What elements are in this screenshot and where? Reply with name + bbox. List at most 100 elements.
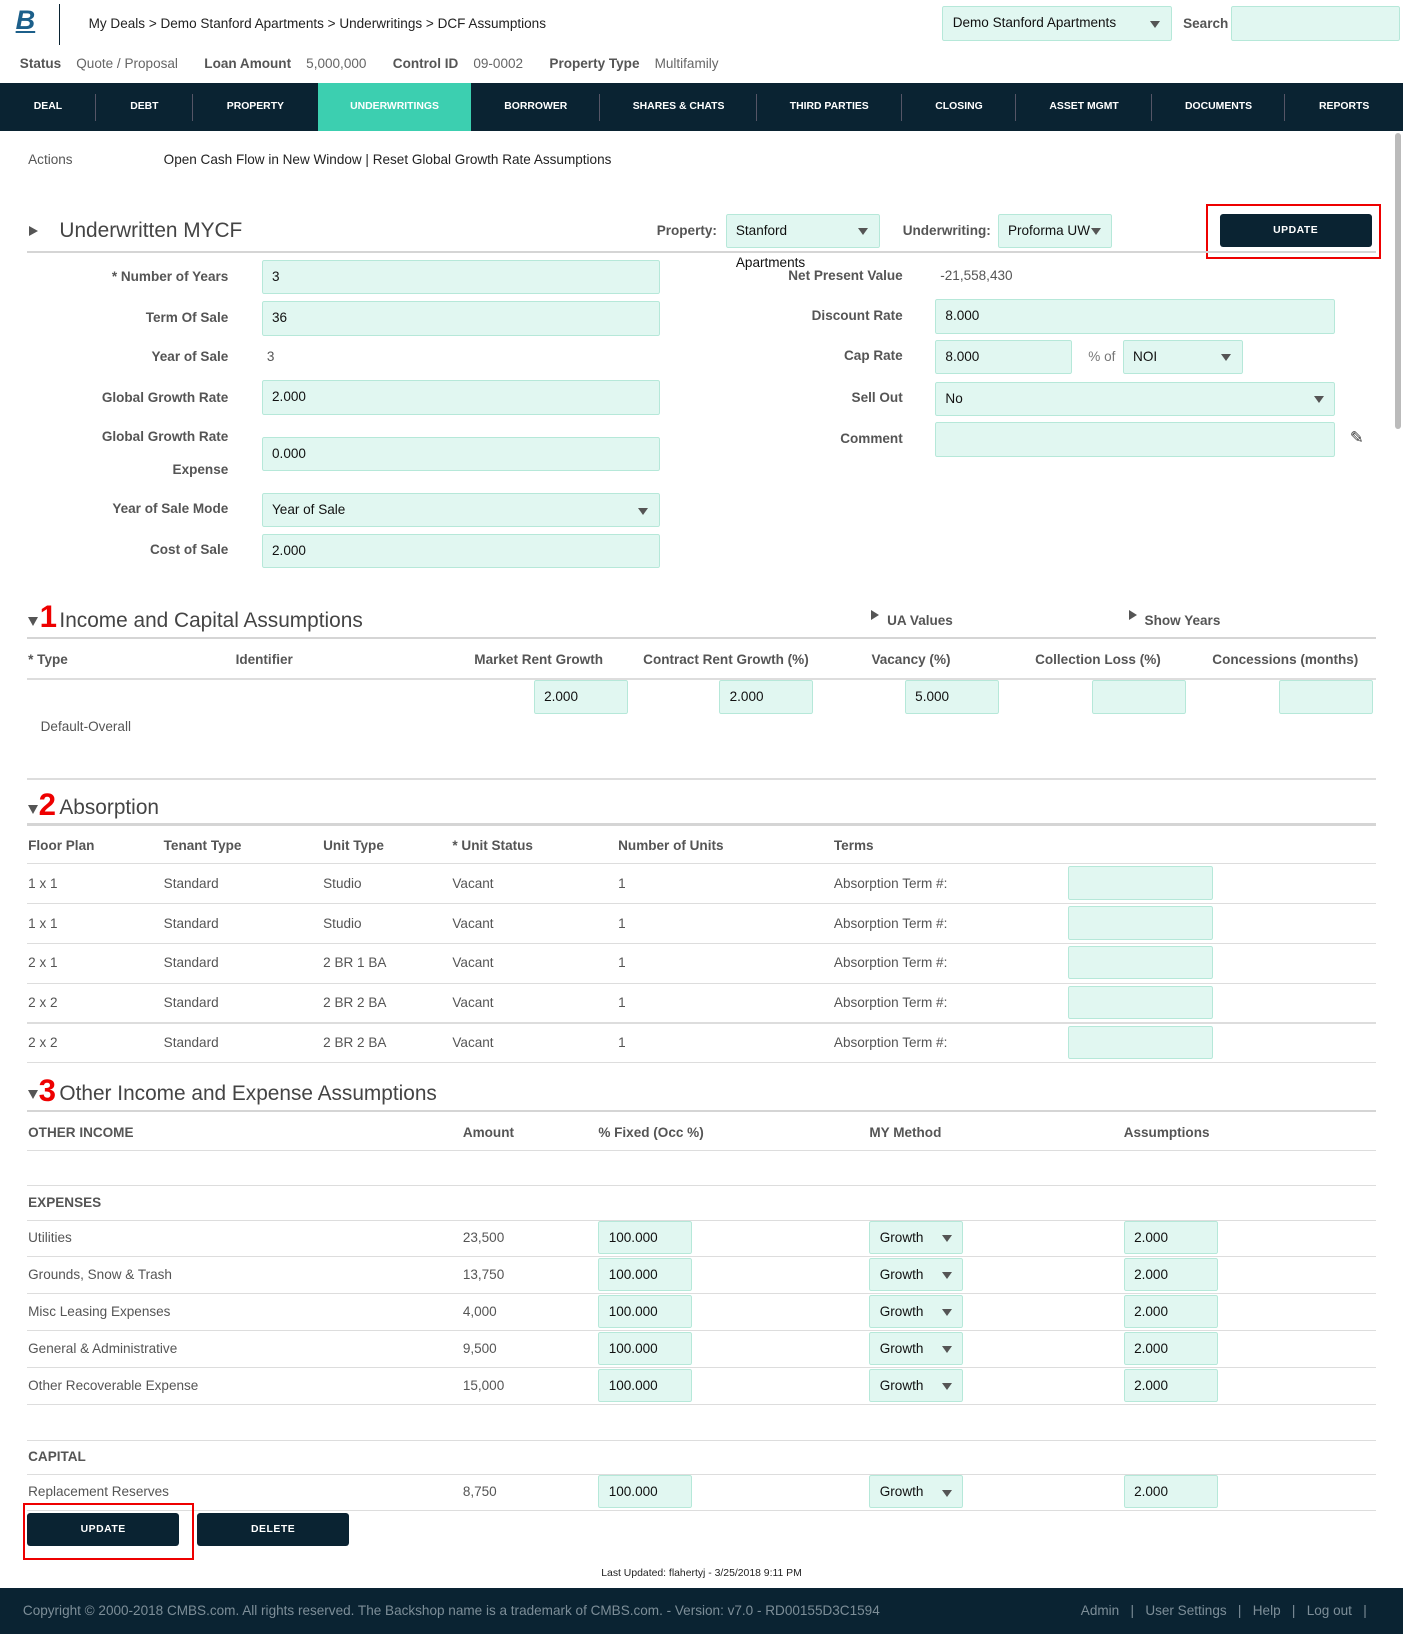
my-method-select[interactable]: Growth (869, 1220, 964, 1254)
absorption-term-input[interactable] (1068, 1025, 1214, 1060)
footer-link-user-settings[interactable]: User Settings (1145, 1603, 1226, 1618)
nav-tab-closing[interactable]: CLOSING (902, 83, 1017, 131)
nav-tab-reports[interactable]: REPORTS (1285, 83, 1403, 131)
pct-fixed-input[interactable]: 100.000 (598, 1220, 693, 1254)
absorption-term-input[interactable] (1068, 906, 1214, 940)
pct-fixed-input[interactable]: 100.000 (598, 1368, 693, 1402)
cap-basis-select[interactable]: NOI (1122, 339, 1243, 375)
breadcrumb[interactable]: My Deals > Demo Stanford Apartments > Un… (89, 16, 546, 31)
underwriting-select[interactable]: Proforma UW (997, 213, 1113, 249)
absorption-col-header: Tenant Type (163, 838, 242, 854)
property-select[interactable]: Stanford Apartments (725, 213, 880, 270)
market-rent-growth-input[interactable]: 2.000 (533, 679, 628, 715)
npv-value: -21,558,430 (940, 267, 1013, 283)
my-method-select[interactable]: Growth (869, 1368, 964, 1402)
scrollbar[interactable] (1394, 133, 1401, 430)
year-of-sale-label: Year of Sale (151, 349, 229, 365)
term-of-sale-input[interactable]: 36 (261, 301, 660, 336)
underwriting-label: Underwriting: (902, 223, 991, 239)
cost-of-sale-input[interactable]: 2.000 (261, 533, 660, 569)
col-concessions: Concessions (months) (1212, 651, 1359, 667)
concessions-input[interactable] (1279, 679, 1373, 715)
expand-triangle-icon[interactable] (29, 226, 38, 237)
logo[interactable]: B (16, 4, 36, 36)
discount-rate-input[interactable]: 8.000 (935, 299, 1336, 334)
nav-tab-debt[interactable]: DEBT (96, 83, 193, 131)
absorption-cell: 2 BR 2 BA (323, 995, 387, 1011)
ua-values-toggle[interactable]: UA Values (887, 613, 953, 628)
header-divider (59, 4, 61, 45)
absorption-term-input[interactable] (1068, 866, 1214, 900)
absorption-col-header: Number of Units (618, 838, 724, 854)
open-cash-flow-link[interactable]: Open Cash Flow in New Window (164, 152, 362, 167)
deal-select[interactable]: Demo Stanford Apartments (942, 6, 1172, 41)
pct-fixed-input[interactable]: 100.000 (598, 1257, 693, 1291)
footer-link-help[interactable]: Help (1253, 1603, 1281, 1618)
pct-fixed-input[interactable]: 100.000 (598, 1331, 693, 1365)
pct-fixed-input[interactable]: 100.000 (598, 1294, 693, 1328)
absorption-col-header: Floor Plan (28, 838, 95, 854)
col-identifier: Identifier (235, 651, 293, 667)
assumption-input[interactable]: 2.000 (1123, 1368, 1218, 1402)
reset-growth-link[interactable]: Reset Global Growth Rate Assumptions (373, 152, 612, 167)
last-updated: Last Updated: flahertyj - 3/25/2018 9:11… (601, 1567, 802, 1579)
global-growth-rate-input[interactable]: 2.000 (261, 380, 660, 415)
vacancy-input[interactable]: 5.000 (904, 679, 999, 715)
absorption-cell: Standard (163, 875, 219, 891)
collapse-triangle-icon[interactable] (28, 617, 39, 626)
show-years-triangle-icon[interactable] (1128, 609, 1137, 620)
nav-tab-shares-chats[interactable]: SHARES & CHATS (600, 83, 757, 131)
collapse-triangle-icon[interactable] (28, 804, 39, 814)
nav-tab-third-parties[interactable]: THIRD PARTIES (757, 83, 902, 131)
sell-out-select[interactable]: No (935, 381, 1336, 416)
col-type: * Type (28, 651, 68, 667)
footer-link-log-out[interactable]: Log out (1307, 1603, 1352, 1618)
edit-icon[interactable]: ✎ (1350, 428, 1364, 448)
cap-rate-input[interactable]: 8.000 (935, 339, 1072, 375)
assumption-input[interactable]: 2.000 (1123, 1257, 1218, 1291)
absorption-cell: Absorption Term #: (833, 955, 948, 971)
search-input[interactable] (1231, 6, 1400, 41)
nav-tab-asset-mgmt[interactable]: ASSET MGMT (1016, 83, 1152, 131)
absorption-cell: Absorption Term #: (833, 1035, 948, 1051)
assumption-input[interactable]: 2.000 (1123, 1220, 1218, 1254)
main-nav: DEAL DEBT PROPERTY UNDERWRITINGS BORROWER SHA… (0, 83, 1403, 132)
my-method-select[interactable]: Growth (869, 1257, 964, 1291)
property-label: Property: (656, 223, 717, 239)
expense-name: Other Recoverable Expense (28, 1378, 199, 1394)
pct-fixed-input[interactable]: 100.000 (598, 1474, 693, 1509)
collection-loss-input[interactable] (1092, 679, 1187, 715)
collapse-triangle-icon[interactable] (28, 1090, 39, 1099)
col-other-income: OTHER INCOME (28, 1124, 134, 1140)
divider (27, 1110, 1376, 1113)
my-method-select[interactable]: Growth (869, 1474, 964, 1509)
nav-tab-property[interactable]: PROPERTY (193, 83, 318, 131)
footer-link-admin[interactable]: Admin (1081, 1603, 1119, 1618)
nav-tab-documents[interactable]: DOCUMENTS (1152, 83, 1286, 131)
absorption-cell: 2 x 1 (28, 955, 58, 971)
comment-input[interactable] (935, 422, 1336, 457)
nav-tab-borrower[interactable]: BORROWER (471, 83, 601, 131)
my-method-select[interactable]: Growth (869, 1294, 964, 1328)
nav-tab-deal[interactable]: DEAL (0, 83, 96, 131)
ggr-expense-input[interactable]: 0.000 (261, 436, 660, 472)
ua-values-triangle-icon[interactable] (871, 609, 880, 620)
table-row-divider (27, 982, 1376, 984)
absorption-term-input[interactable] (1068, 946, 1214, 980)
year-of-sale-mode-select[interactable]: Year of Sale (261, 493, 660, 528)
absorption-term-input[interactable] (1068, 986, 1214, 1020)
absorption-cell: 1 (618, 875, 626, 891)
assumption-input[interactable]: 2.000 (1123, 1294, 1218, 1328)
income-section-title: Income and Capital Assumptions (59, 608, 363, 632)
delete-button[interactable]: DELETE (197, 1512, 350, 1546)
my-method-select[interactable]: Growth (869, 1331, 964, 1365)
assumption-input[interactable]: 2.000 (1123, 1474, 1218, 1509)
number-of-years-input[interactable]: 3 (261, 259, 660, 294)
year-of-sale-value: 3 (266, 349, 275, 365)
contract-rent-growth-input[interactable]: 2.000 (719, 679, 814, 715)
show-years-toggle[interactable]: Show Years (1145, 613, 1221, 628)
table-row-divider (27, 1062, 1376, 1064)
nav-tab-underwritings[interactable]: UNDERWRITINGS (317, 83, 472, 132)
term-of-sale-label: Term Of Sale (145, 309, 229, 325)
assumption-input[interactable]: 2.000 (1123, 1331, 1218, 1365)
